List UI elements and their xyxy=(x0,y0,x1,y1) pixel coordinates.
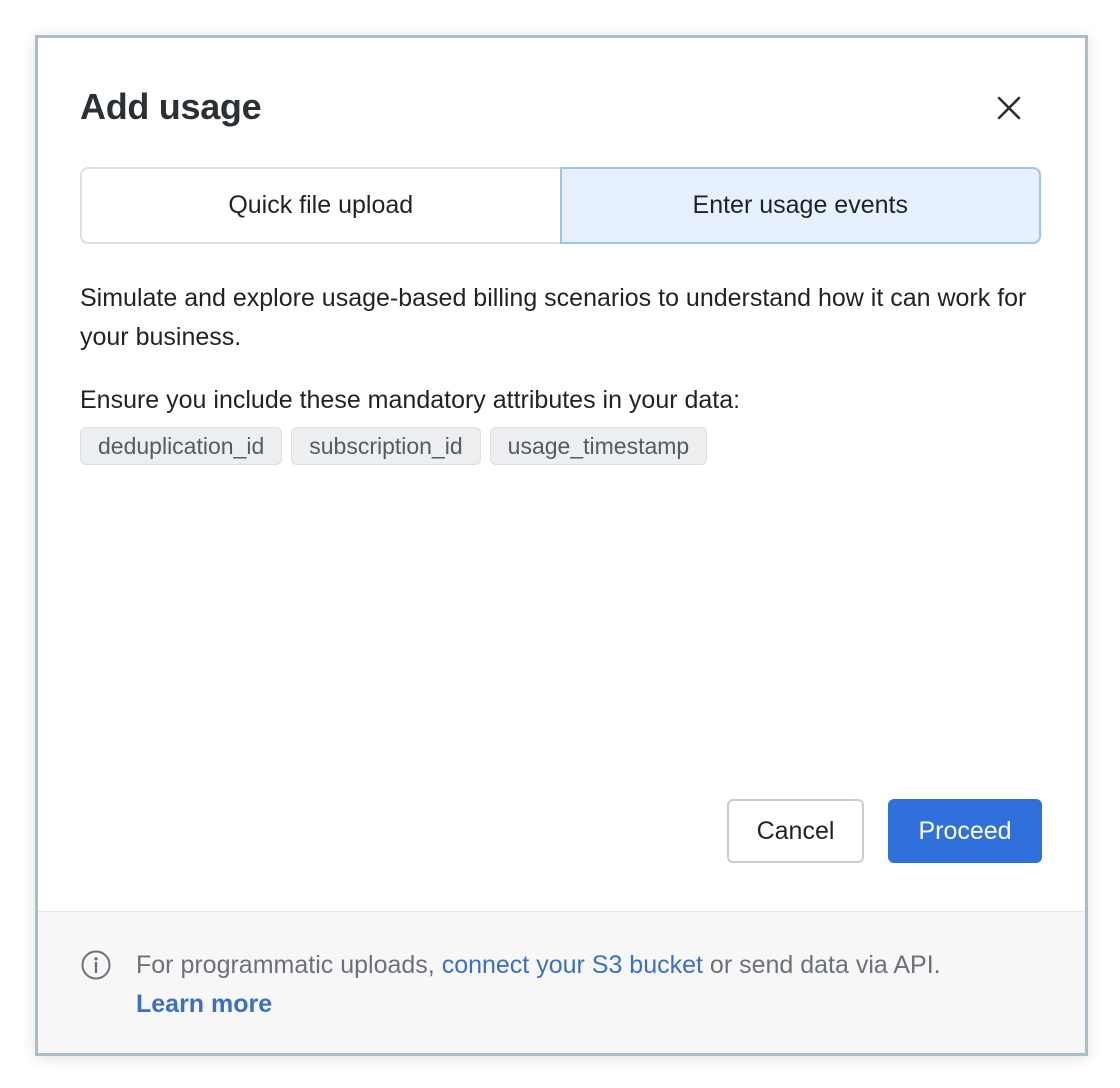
mandatory-attributes-list: deduplication_id subscription_id usage_t… xyxy=(80,427,708,465)
tab-enter-usage-events[interactable]: Enter usage events xyxy=(559,167,1041,244)
footer-text-after: or send data via API. xyxy=(702,951,941,979)
mandatory-attributes-label: Ensure you include these mandatory attri… xyxy=(80,386,741,414)
cancel-button[interactable]: Cancel xyxy=(727,799,864,863)
tab-quick-file-upload[interactable]: Quick file upload xyxy=(80,167,560,244)
footer-text-before: For programmatic uploads, xyxy=(136,951,442,979)
info-icon xyxy=(81,950,111,980)
connect-s3-link[interactable]: connect your S3 bucket xyxy=(442,951,703,979)
proceed-button[interactable]: Proceed xyxy=(888,799,1042,863)
close-button[interactable] xyxy=(991,90,1027,126)
dialog-footer: For programmatic uploads, connect your S… xyxy=(38,911,1085,1053)
dialog-description: Simulate and explore usage-based billing… xyxy=(80,284,1027,351)
upload-mode-toggle: Quick file upload Enter usage events xyxy=(80,167,1041,244)
attribute-chip-deduplication-id: deduplication_id xyxy=(80,427,283,465)
footer-text: For programmatic uploads, connect your S… xyxy=(136,946,1056,1024)
page: Add usage Quick file upload Enter usage … xyxy=(0,0,1120,1088)
learn-more-link[interactable]: Learn more xyxy=(136,990,272,1018)
dialog-title: Add usage xyxy=(80,86,262,127)
close-icon xyxy=(997,96,1021,120)
attribute-chip-subscription-id: subscription_id xyxy=(291,427,481,465)
attribute-chip-usage-timestamp: usage_timestamp xyxy=(489,427,708,465)
add-usage-dialog: Add usage Quick file upload Enter usage … xyxy=(35,35,1088,1056)
